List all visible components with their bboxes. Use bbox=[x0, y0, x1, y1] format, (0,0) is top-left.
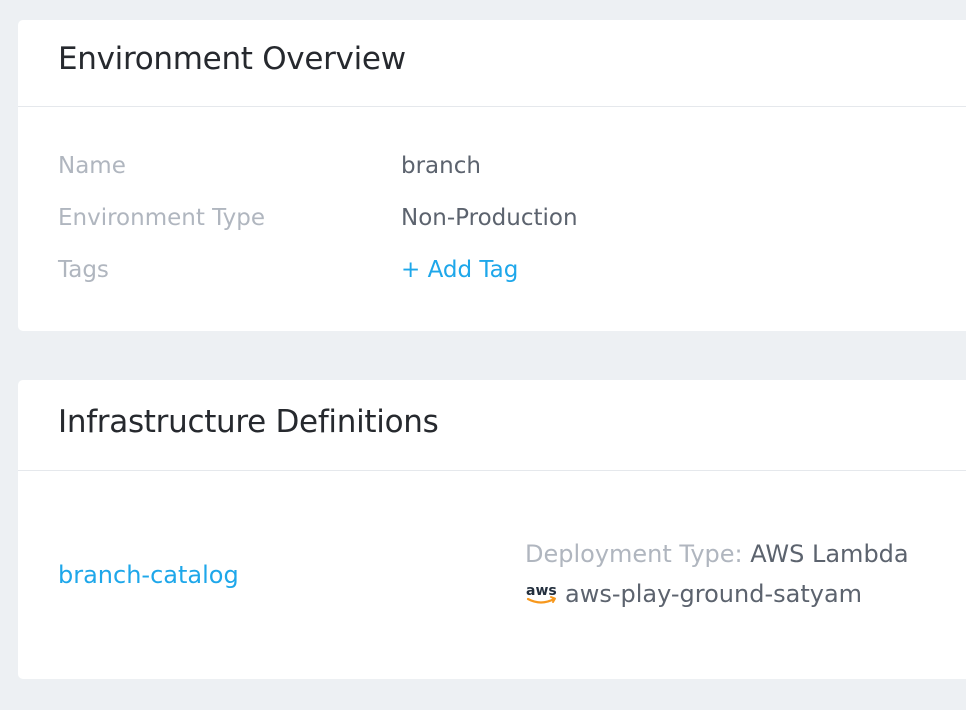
environment-overview-card: Environment Overview Name branch Environ… bbox=[18, 20, 966, 331]
environment-type-label: Environment Type bbox=[58, 205, 265, 231]
tags-label: Tags bbox=[58, 257, 109, 283]
name-value: branch bbox=[401, 153, 481, 179]
deployment-type-label: Deployment Type: bbox=[525, 540, 743, 568]
infrastructure-definitions-card: Infrastructure Definitions branch-catalo… bbox=[18, 380, 966, 679]
aws-icon: aws bbox=[525, 580, 559, 608]
deployment-type-value: AWS Lambda bbox=[750, 540, 909, 568]
infrastructure-definitions-header: Infrastructure Definitions bbox=[18, 380, 966, 471]
infrastructure-definitions-title: Infrastructure Definitions bbox=[58, 404, 439, 440]
account-name: aws-play-ground-satyam bbox=[565, 580, 863, 608]
environment-overview-title: Environment Overview bbox=[58, 41, 406, 77]
cloud-provider-account: aws aws-play-ground-satyam bbox=[525, 580, 862, 608]
deployment-type: Deployment Type: AWS Lambda bbox=[525, 540, 909, 568]
environment-overview-header: Environment Overview bbox=[18, 20, 966, 107]
infrastructure-name-link[interactable]: branch-catalog bbox=[58, 561, 239, 589]
environment-type-value: Non-Production bbox=[401, 205, 578, 231]
add-tag-link[interactable]: + Add Tag bbox=[401, 257, 518, 283]
name-label: Name bbox=[58, 153, 126, 179]
